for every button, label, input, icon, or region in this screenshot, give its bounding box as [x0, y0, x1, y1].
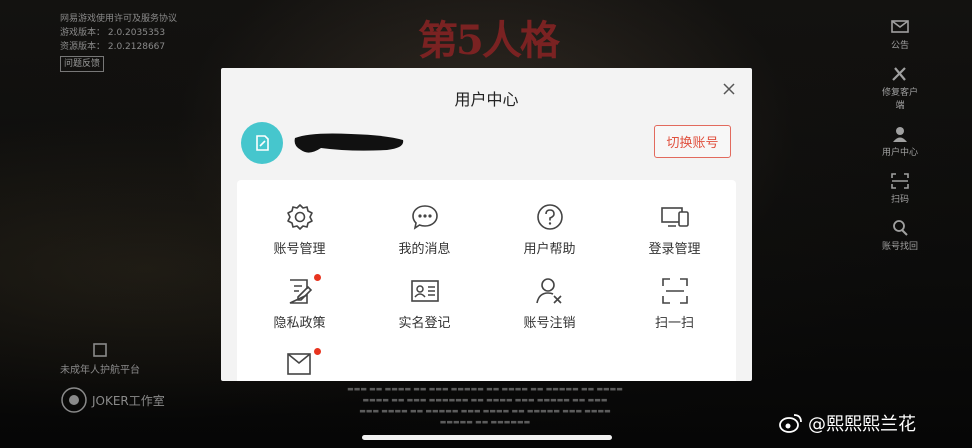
repair-tools-icon	[892, 67, 906, 81]
real-name-registration-button[interactable]: 实名登记	[362, 276, 487, 331]
avatar-edit-icon	[256, 135, 269, 151]
feedback-button[interactable]: 问题反馈	[60, 56, 105, 72]
new-badge	[313, 348, 321, 355]
scan-icon	[891, 173, 909, 189]
repair-client-button[interactable]: 修复客户端	[878, 65, 922, 111]
privacy-policy-button[interactable]: 隐私政策	[237, 274, 362, 331]
game-logo: 第5人格	[418, 17, 560, 64]
avatar	[241, 122, 283, 164]
scan-qr-button[interactable]: 扫一扫	[612, 276, 736, 331]
partial-hidden-item[interactable]	[237, 348, 362, 380]
user-center-icon	[893, 127, 907, 142]
user-center-dialog: 用户中心 切换账号 账号管理 我的消息 用户帮助 登录管理 隐私政策 实名登记 …	[221, 68, 752, 381]
privacy-doc-icon	[285, 274, 321, 306]
feature-grid: 账号管理 我的消息 用户帮助 登录管理 隐私政策 实名登记 账号注销 扫一扫	[237, 180, 736, 381]
license-link[interactable]: 网易游戏使用许可及服务协议	[60, 12, 177, 26]
mail-check-icon	[285, 348, 321, 380]
joker-logo-icon	[61, 387, 87, 413]
scan-button[interactable]: 扫码	[878, 172, 922, 205]
announcement-icon	[891, 20, 909, 33]
version-info: 网易游戏使用许可及服务协议 游戏版本： 2.0.2035353 资源版本： 2.…	[60, 12, 177, 72]
home-indicator[interactable]	[362, 435, 612, 440]
right-side-menu: 公告 修复客户端 用户中心 扫码 账号找回	[878, 18, 922, 266]
user-remove-icon	[535, 276, 565, 306]
weibo-icon	[779, 414, 802, 433]
chat-bubble-icon	[410, 202, 440, 232]
game-version: 游戏版本： 2.0.2035353	[60, 28, 166, 38]
resource-version: 资源版本： 2.0.2128667	[60, 42, 166, 52]
my-messages-button[interactable]: 我的消息	[362, 202, 487, 257]
dialog-title: 用户中心	[454, 90, 519, 109]
switch-account-button[interactable]: 切换账号	[654, 125, 731, 158]
login-management-button[interactable]: 登录管理	[612, 202, 736, 257]
minor-platform-icon	[93, 343, 107, 357]
weibo-watermark: @熙熙熙兰花	[778, 410, 916, 436]
scan-icon	[660, 276, 690, 306]
redacted-username	[294, 133, 404, 153]
id-card-icon	[410, 276, 440, 306]
help-icon	[535, 202, 565, 232]
legal-fineprint: ▬▬▬ ▬▬ ▬▬▬▬ ▬▬ ▬▬▬ ▬▬▬▬▬ ▬▬ ▬▬▬▬ ▬▬ ▬▬▬▬…	[347, 385, 623, 426]
account-cancellation-button[interactable]: 账号注销	[487, 276, 612, 331]
announcement-button[interactable]: 公告	[878, 18, 922, 51]
account-management-button[interactable]: 账号管理	[237, 202, 362, 257]
studio-logo: JOKER工作室	[60, 386, 165, 414]
account-recovery-button[interactable]: 账号找回	[878, 219, 922, 252]
minor-platform-button[interactable]: 未成年人护航平台	[60, 342, 140, 376]
user-help-button[interactable]: 用户帮助	[487, 202, 612, 257]
account-recovery-icon	[893, 220, 908, 236]
devices-icon	[660, 202, 690, 232]
gear-icon	[285, 202, 315, 232]
new-badge	[313, 274, 321, 281]
user-center-button[interactable]: 用户中心	[878, 125, 922, 158]
close-icon[interactable]	[720, 80, 738, 98]
